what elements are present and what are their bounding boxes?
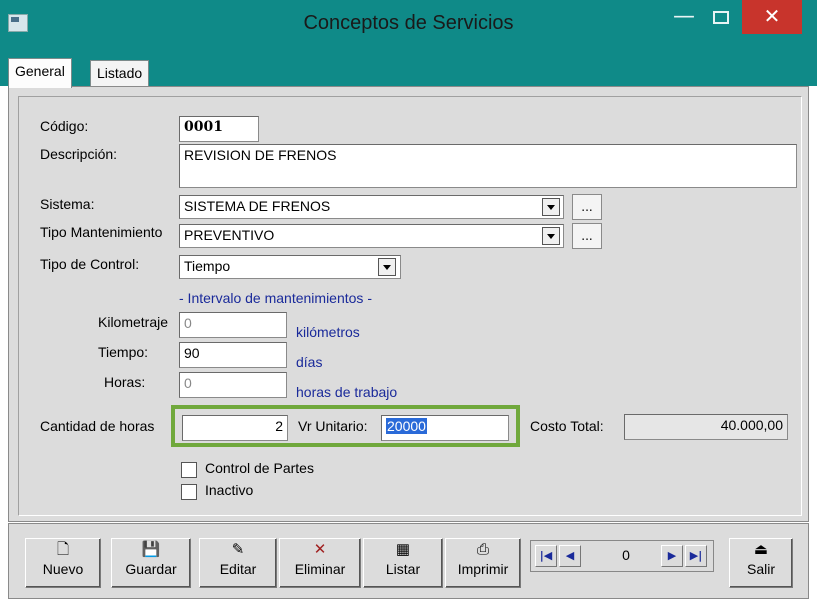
inactivo-checkbox[interactable] <box>181 484 197 500</box>
first-record-icon[interactable]: |◀ <box>535 545 557 567</box>
guardar-label: Guardar <box>125 561 177 577</box>
minimize-icon[interactable]: — <box>669 4 699 34</box>
bottom-toolbar: 🗋 Nuevo 💾 Guardar ✎ Editar ✕ Eliminar ▦ … <box>8 523 809 599</box>
listar-label: Listar <box>385 561 421 577</box>
salir-label: Salir <box>746 561 775 577</box>
nuevo-button[interactable]: 🗋 Nuevo <box>25 538 101 588</box>
delete-icon: ✕ <box>313 541 327 558</box>
listar-button[interactable]: ▦ Listar <box>363 538 443 588</box>
tipo-control-dropdown-icon[interactable] <box>378 258 396 276</box>
record-position: 0 <box>622 547 630 563</box>
descripcion-label: Descripción: <box>40 146 118 162</box>
vr-unitario-selected-text: 20000 <box>386 418 427 434</box>
tipo-control-label: Tipo de Control: <box>40 256 140 272</box>
save-icon: 💾 <box>141 541 161 558</box>
costo-total-label: Costo Total: <box>530 418 604 434</box>
maximize-icon[interactable] <box>706 4 736 34</box>
sistema-label: Sistema: <box>40 196 95 212</box>
inactivo-label: Inactivo <box>205 482 254 498</box>
control-partes-checkbox[interactable] <box>181 462 197 478</box>
next-record-icon[interactable]: ▶ <box>661 545 683 567</box>
tiempo-label: Tiempo: <box>98 344 149 360</box>
imprimir-label: Imprimir <box>457 561 509 577</box>
list-icon: ▦ <box>395 541 411 558</box>
vr-unitario-field[interactable]: 20000 <box>381 415 509 441</box>
tipo-mantenimiento-dropdown-icon[interactable] <box>542 227 560 245</box>
tipo-control-select[interactable]: Tiempo <box>179 255 401 279</box>
eliminar-button[interactable]: ✕ Eliminar <box>279 538 361 588</box>
intervalo-heading: - Intervalo de mantenimientos - <box>179 290 372 306</box>
control-partes-label: Control de Partes <box>205 460 314 476</box>
editar-label: Editar <box>219 561 257 577</box>
tab-general[interactable]: General <box>8 58 72 88</box>
sistema-select[interactable]: SISTEMA DE FRENOS <box>179 195 564 219</box>
tipo-mantenimiento-select[interactable]: PREVENTIVO <box>179 224 564 248</box>
last-record-icon[interactable]: ▶| <box>685 545 707 567</box>
horas-unit: horas de trabajo <box>296 384 398 400</box>
costo-total-field: 40.000,00 <box>624 414 788 440</box>
imprimir-button[interactable]: ⎙ Imprimir <box>445 538 521 588</box>
record-navigator: |◀ ◀ 0 ▶ ▶| <box>530 540 714 572</box>
tab-strip: General Listado <box>0 46 817 88</box>
tiempo-unit: días <box>296 354 323 370</box>
editar-button[interactable]: ✎ Editar <box>199 538 277 588</box>
title-bar: Conceptos de Servicios — ✕ <box>0 0 817 46</box>
sistema-browse-button[interactable]: ... <box>572 194 602 220</box>
tab-listado[interactable]: Listado <box>90 60 150 88</box>
cantidad-horas-label: Cantidad de horas <box>40 418 155 434</box>
guardar-button[interactable]: 💾 Guardar <box>111 538 191 588</box>
print-icon: ⎙ <box>476 541 489 558</box>
nuevo-label: Nuevo <box>42 561 84 577</box>
salir-button[interactable]: ⏏ Salir <box>729 538 793 588</box>
new-document-icon: 🗋 <box>56 541 70 558</box>
vr-unitario-label: Vr Unitario: <box>298 418 368 434</box>
tipo-mantenimiento-browse-button[interactable]: ... <box>572 223 602 249</box>
sistema-dropdown-icon[interactable] <box>542 198 560 216</box>
descripcion-field[interactable]: REVISION DE FRENOS <box>179 144 797 188</box>
tiempo-field[interactable]: 90 <box>179 342 287 368</box>
horas-field[interactable]: 0 <box>179 372 287 398</box>
prev-record-icon[interactable]: ◀ <box>559 545 581 567</box>
horas-label: Horas: <box>104 374 146 390</box>
cantidad-horas-field[interactable]: 2 <box>182 415 288 441</box>
tipo-mantenimiento-label: Tipo Mantenimiento <box>40 224 163 240</box>
eliminar-label: Eliminar <box>294 561 346 577</box>
kilometraje-unit: kilómetros <box>296 324 360 340</box>
edit-icon: ✎ <box>231 541 245 558</box>
close-icon[interactable]: ✕ <box>742 0 802 34</box>
kilometraje-field[interactable]: 0 <box>179 312 287 338</box>
codigo-label: Código: <box>40 118 89 134</box>
kilometraje-label: Kilometraje <box>98 314 169 330</box>
codigo-field[interactable]: 0001 <box>179 116 259 142</box>
exit-icon: ⏏ <box>753 541 769 558</box>
